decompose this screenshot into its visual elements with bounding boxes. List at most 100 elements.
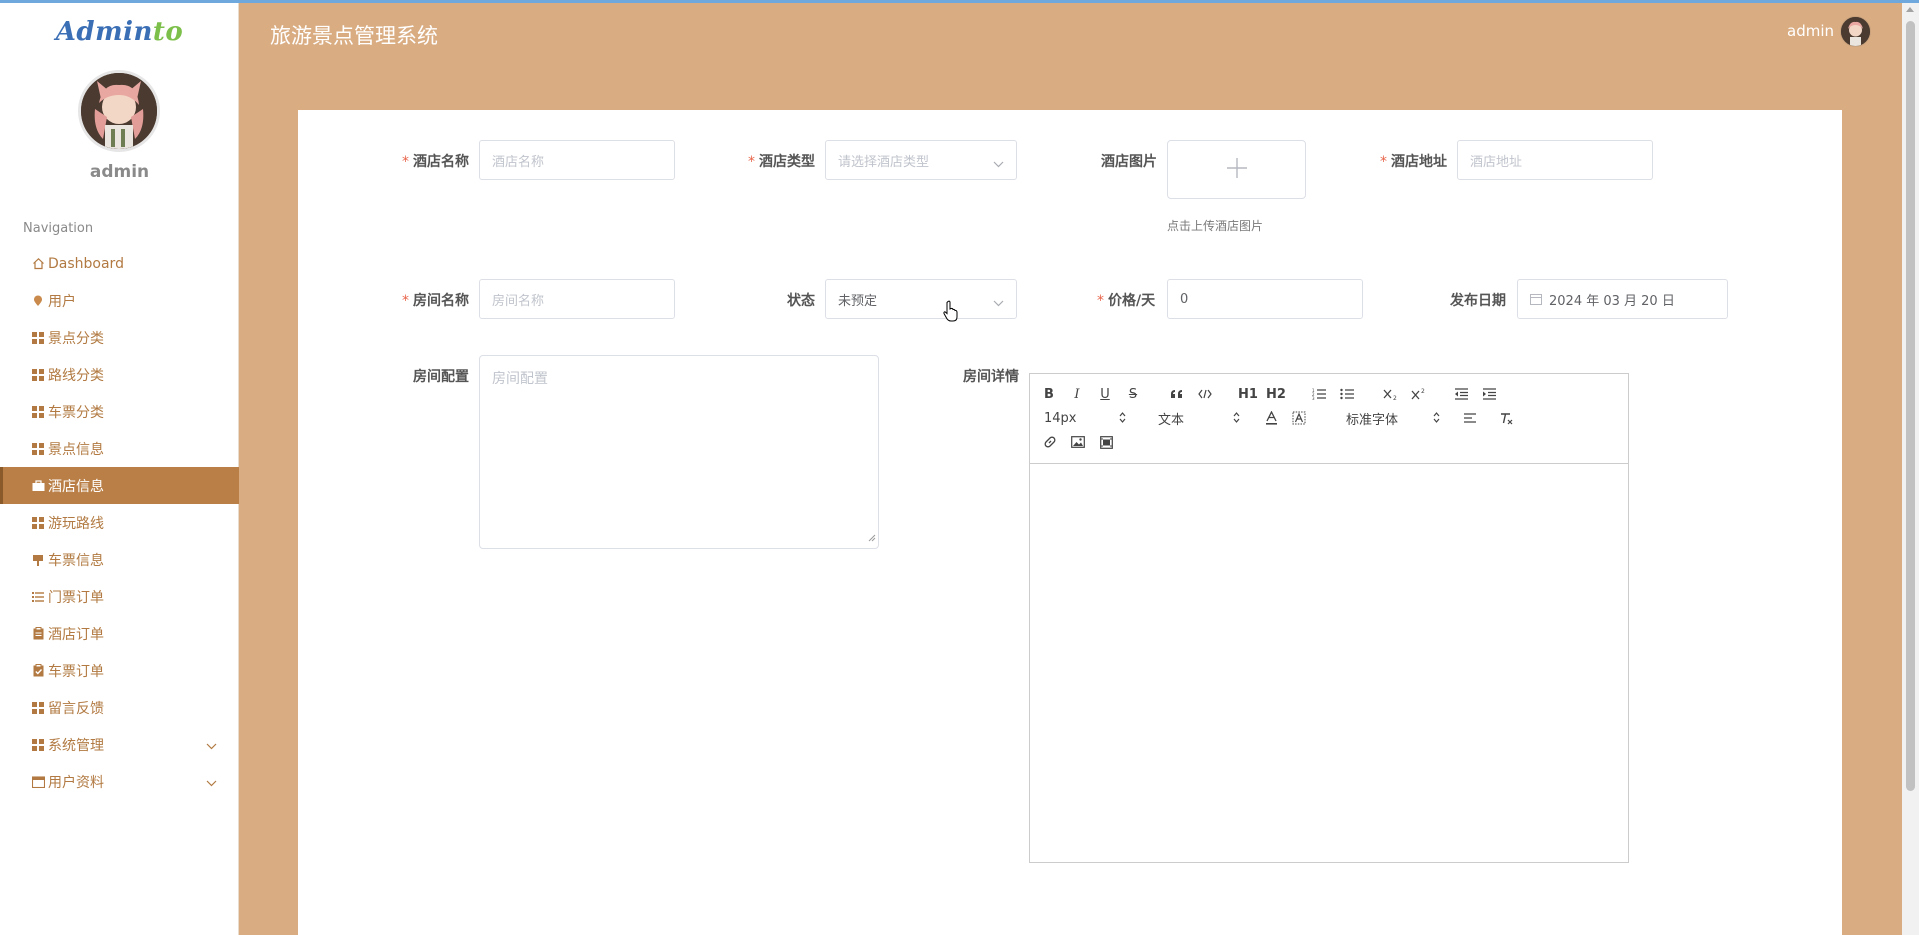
scroll-thumb[interactable]	[1906, 21, 1915, 791]
outdent-icon[interactable]	[1452, 384, 1470, 404]
publish-date-value: 2024 年 03 月 20 日	[1549, 293, 1675, 309]
chevron-down-icon[interactable]	[206, 738, 217, 754]
hotel-image-upload[interactable]	[1167, 140, 1306, 199]
top-accent-line	[0, 0, 1919, 3]
strike-button[interactable]: S	[1126, 384, 1140, 404]
sidebar-item-label: 酒店订单	[48, 626, 104, 643]
room-detail-label: 房间详情	[963, 369, 1019, 385]
app-logo[interactable]: Adminto	[0, 17, 239, 47]
sidebar-nav: Dashboard 用户 景点分类 路线分类 车票分类 景点信息 酒店信息 游玩…	[0, 245, 239, 800]
publish-date-picker[interactable]: 2024 年 03 月 20 日	[1517, 279, 1728, 319]
sidebar-item-label: 车票订单	[48, 663, 104, 680]
quote-icon[interactable]	[1168, 384, 1186, 404]
link-icon[interactable]	[1042, 432, 1058, 452]
room-name-placeholder: 房间名称	[492, 293, 545, 309]
header-username[interactable]: admin	[1787, 22, 1834, 40]
status-select[interactable]: 未预定	[825, 279, 1017, 319]
sidebar-item-user-profile[interactable]: 用户资料	[0, 763, 239, 800]
chevron-down-icon	[993, 296, 1004, 311]
hotel-address-placeholder: 酒店地址	[1470, 154, 1523, 170]
hotel-name-input[interactable]: 酒店名称	[479, 140, 675, 180]
price-label: * 价格/天	[1097, 293, 1156, 309]
hotel-type-select[interactable]: 请选择酒店类型	[825, 140, 1017, 180]
sidebar-item-route-category[interactable]: 路线分类	[0, 356, 239, 393]
sidebar-item-hotel-info[interactable]: 酒店信息	[0, 467, 239, 504]
chevron-down-icon	[993, 157, 1004, 172]
publish-date-label: 发布日期	[1450, 293, 1506, 309]
subscript-icon[interactable]: 2	[1382, 384, 1400, 404]
grid-icon	[31, 738, 45, 752]
hand-cursor-icon	[943, 300, 959, 326]
hotel-address-label: * 酒店地址	[1380, 154, 1447, 170]
plus-icon	[1226, 157, 1248, 183]
sidebar-item-label: 酒店信息	[48, 478, 104, 495]
room-name-input[interactable]: 房间名称	[479, 279, 675, 319]
rich-text-editor: B I U S H1 H2 123 2 2 14px 文本 标准字体	[1029, 373, 1629, 863]
grid-icon	[31, 442, 45, 456]
sidebar-item-ticket-category[interactable]: 车票分类	[0, 393, 239, 430]
bullet-list-icon[interactable]	[1338, 384, 1356, 404]
page-scrollbar[interactable]	[1902, 3, 1919, 935]
sidebar-item-label: 留言反馈	[48, 700, 104, 717]
scroll-up-icon[interactable]	[1906, 7, 1914, 12]
avatar[interactable]	[78, 70, 160, 152]
text-color-icon[interactable]	[1264, 408, 1278, 428]
sidebar-item-ticket-orders-2[interactable]: 车票订单	[0, 652, 239, 689]
sidebar-item-label: 景点分类	[48, 330, 104, 347]
video-icon[interactable]	[1098, 432, 1114, 452]
sidebar-item-label: 系统管理	[48, 737, 104, 754]
header-avatar[interactable]	[1840, 16, 1871, 47]
image-icon[interactable]	[1070, 432, 1086, 452]
font-family-select[interactable]: 标准字体	[1346, 408, 1440, 428]
bold-button[interactable]: B	[1042, 384, 1056, 404]
hotel-address-input[interactable]: 酒店地址	[1457, 140, 1653, 180]
superscript-icon[interactable]: 2	[1410, 384, 1428, 404]
editor-content-area[interactable]	[1030, 465, 1628, 862]
underline-button[interactable]: U	[1098, 384, 1112, 404]
svg-text:2: 2	[1393, 395, 1397, 400]
room-config-textarea[interactable]: 房间配置	[479, 355, 879, 549]
price-input[interactable]: 0	[1167, 279, 1363, 319]
hotel-type-label: * 酒店类型	[748, 154, 815, 170]
sidebar-item-users[interactable]: 用户	[0, 282, 239, 319]
background-color-icon[interactable]	[1292, 408, 1306, 428]
sidebar-item-label: 车票分类	[48, 404, 104, 421]
h2-button[interactable]: H2	[1266, 384, 1286, 404]
sidebar-item-scenic-info[interactable]: 景点信息	[0, 430, 239, 467]
sidebar-item-feedback[interactable]: 留言反馈	[0, 689, 239, 726]
resize-grip-icon[interactable]	[868, 530, 876, 546]
sidebar-item-system-management[interactable]: 系统管理	[0, 726, 239, 763]
align-icon[interactable]	[1462, 408, 1478, 428]
upload-hint: 点击上传酒店图片	[1167, 219, 1264, 233]
clear-format-icon[interactable]	[1498, 408, 1514, 428]
italic-button[interactable]: I	[1070, 384, 1084, 404]
hotel-form-card: * 酒店名称 酒店名称 * 酒店类型 请选择酒店类型 酒店图片 点击上传酒店图片 *…	[298, 110, 1842, 935]
font-size-select[interactable]: 14px	[1044, 408, 1126, 428]
sidebar-item-ticket-info[interactable]: 车票信息	[0, 541, 239, 578]
chevron-down-icon[interactable]	[206, 775, 217, 791]
svg-text:3: 3	[1312, 396, 1315, 400]
grid-icon	[31, 405, 45, 419]
sidebar-item-ticket-orders[interactable]: 门票订单	[0, 578, 239, 615]
grid-icon	[31, 331, 45, 345]
sidebar-item-scenic-category[interactable]: 景点分类	[0, 319, 239, 356]
hotel-image-label: 酒店图片	[1101, 154, 1157, 170]
svg-text:2: 2	[1421, 388, 1425, 395]
status-value: 未预定	[838, 293, 878, 309]
hotel-name-label: * 酒店名称	[402, 154, 469, 170]
list-icon	[31, 590, 45, 604]
h1-button[interactable]: H1	[1238, 384, 1258, 404]
block-type-select[interactable]: 文本	[1158, 408, 1240, 428]
sidebar-item-hotel-orders[interactable]: 酒店订单	[0, 615, 239, 652]
sidebar-item-play-route[interactable]: 游玩路线	[0, 504, 239, 541]
clipboard-check-icon	[31, 664, 45, 678]
home-icon	[31, 257, 45, 271]
sidebar-item-label: Dashboard	[48, 255, 124, 272]
sidebar: Adminto admin Navigation Dashboard 用户 景点…	[0, 3, 239, 935]
font-size-value: 14px	[1044, 410, 1077, 426]
ordered-list-icon[interactable]: 123	[1310, 384, 1328, 404]
code-icon[interactable]	[1196, 384, 1214, 404]
sidebar-item-label: 用户资料	[48, 774, 104, 791]
indent-icon[interactable]	[1480, 384, 1498, 404]
sidebar-item-dashboard[interactable]: Dashboard	[0, 245, 239, 282]
